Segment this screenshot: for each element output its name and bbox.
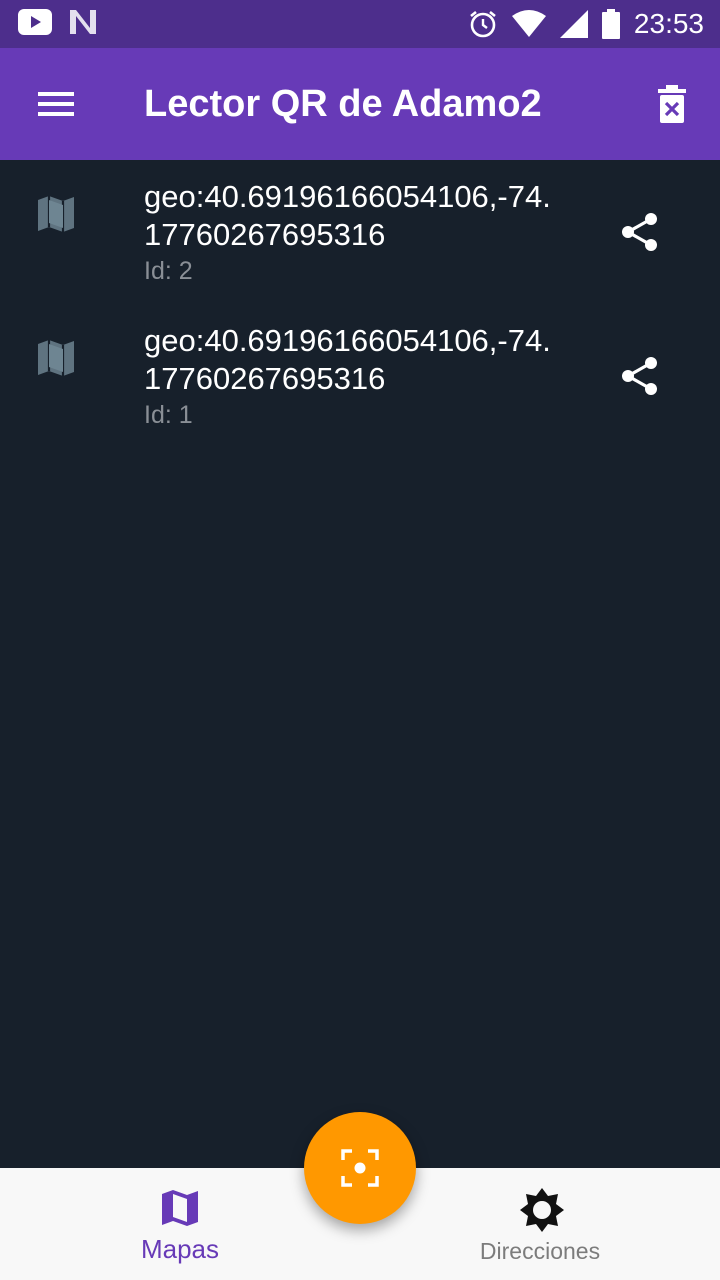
share-icon[interactable] (620, 212, 660, 252)
wifi-icon (511, 10, 546, 37)
scan-id: Id: 2 (144, 257, 193, 285)
scan-fab-button[interactable] (304, 1112, 416, 1224)
share-icon[interactable] (620, 356, 660, 396)
nav-item-mapas[interactable]: Mapas (60, 1168, 300, 1280)
status-bar: 23:53 (0, 0, 720, 48)
delete-icon[interactable] (654, 84, 690, 124)
app-bar: Lector QR de Adamo2 (0, 48, 720, 160)
brightness-icon (520, 1188, 564, 1232)
scan-value: geo:40.69196166054106,-74.17760267695316 (144, 179, 551, 252)
map-icon (162, 1190, 198, 1226)
nav-item-direcciones[interactable]: Direcciones (420, 1168, 660, 1280)
youtube-icon (18, 9, 52, 35)
scan-value: geo:40.69196166054106,-74.17760267695316 (144, 323, 551, 396)
scan-history-list: geo:40.69196166054106,-74.17760267695316… (0, 160, 720, 448)
list-item[interactable]: geo:40.69196166054106,-74.17760267695316… (0, 160, 720, 304)
nav-label: Direcciones (479, 1238, 601, 1264)
notification-n-icon (70, 10, 96, 34)
scan-id: Id: 1 (144, 401, 193, 429)
menu-icon[interactable] (36, 86, 76, 122)
page-title: Lector QR de Adamo2 (144, 83, 542, 125)
map-icon (38, 196, 74, 232)
qr-scan-icon (341, 1149, 379, 1187)
nav-label: Mapas (140, 1234, 220, 1264)
signal-icon (559, 10, 588, 38)
map-icon (38, 340, 74, 376)
battery-icon (601, 9, 620, 39)
list-item[interactable]: geo:40.69196166054106,-74.17760267695316… (0, 304, 720, 448)
clock: 23:53 (633, 8, 704, 39)
alarm-icon (470, 10, 496, 38)
